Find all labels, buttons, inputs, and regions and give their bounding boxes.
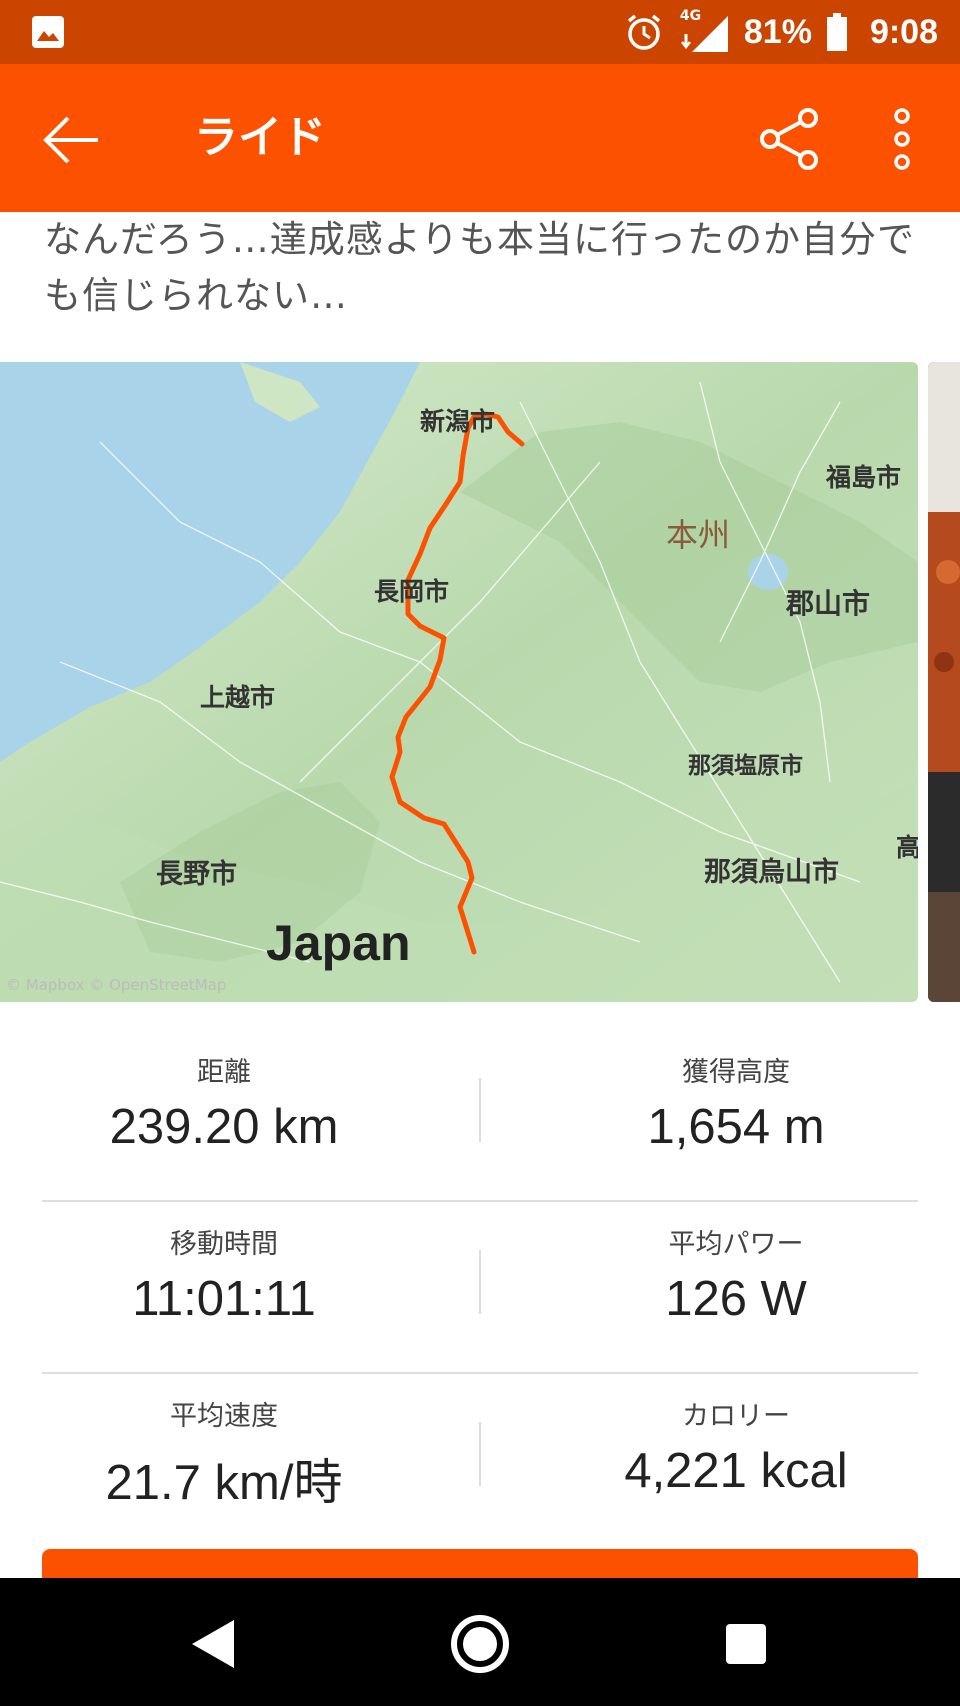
map-label-nagano: 長野市 [156,859,237,890]
map-label-honshu: 本州 [666,516,731,554]
stats-row: 移動時間 11:01:11 平均パワー 126 W [0,1202,960,1374]
map-label-fukushima: 福島市 [826,463,902,492]
photo-thumbnail[interactable] [928,362,960,1002]
alarm-icon [627,14,660,50]
divider [479,1250,481,1314]
map-label-taka: 高 [896,833,918,862]
stats-row: 平均速度 21.7 km/時 カロリー 4,221 kcal [0,1374,960,1546]
more-vert-icon[interactable] [880,104,924,174]
map-label-nasukarasuyama: 那須烏山市 [704,857,839,888]
stat-value: 11:01:11 [132,1272,316,1326]
divider [479,1422,481,1486]
stats-grid: 距離 239.20 km 獲得高度 1,654 m 移動時間 11:01:11 … [0,1030,960,1546]
stat-distance: 距離 239.20 km [4,1030,444,1155]
battery-percent: 81% [743,12,812,51]
map-canvas [0,362,918,1002]
app-bar: ライド [0,64,960,212]
stat-value: 1,654 m [647,1100,825,1154]
system-nav-bar [0,1578,960,1706]
stat-label: 距離 [197,1057,251,1088]
map-label-nagaoka: 長岡市 [374,577,450,606]
stat-label: 平均速度 [170,1401,278,1432]
stat-label: 獲得高度 [682,1057,790,1088]
map-label-nasushiobara: 那須塩原市 [688,753,803,779]
signal-icon: 4G [678,8,730,54]
back-triangle-icon[interactable] [180,1612,244,1676]
stat-label: 平均パワー [668,1229,804,1260]
divider [479,1078,481,1142]
map-label-japan: Japan [266,915,411,971]
home-circle-icon[interactable] [448,1612,512,1676]
back-arrow-icon[interactable] [40,108,104,172]
battery-icon [826,13,847,51]
stat-value: 239.20 km [109,1100,339,1154]
map-attribution[interactable]: © Mapbox © OpenStreetMap [6,976,226,994]
stat-value: 4,221 kcal [624,1444,848,1498]
stat-value: 126 W [665,1272,807,1326]
page-title: ライド [194,112,326,163]
map-label-joetsu: 上越市 [200,683,276,712]
stat-value: 21.7 km/時 [105,1456,343,1510]
map-label-niigata: 新潟市 [420,407,496,436]
clock: 9:08 [869,12,938,51]
route-map[interactable]: 新潟市 福島市 本州 長岡市 郡山市 上越市 那須塩原市 長野市 那須烏山市 高… [0,362,918,1002]
stat-label: カロリー [682,1401,790,1432]
map-label-koriyama: 郡山市 [786,587,871,620]
activity-description: なんだろう…達成感よりも本当に行ったのか自分でも信じられない… [44,218,916,317]
recents-square-icon[interactable] [714,1612,778,1676]
stat-calories: カロリー 4,221 kcal [516,1374,956,1499]
status-bar: 4G 81% 9:08 [0,0,960,64]
stat-avg-power: 平均パワー 126 W [516,1202,956,1327]
stats-row: 距離 239.20 km 獲得高度 1,654 m [0,1030,960,1202]
stat-label: 移動時間 [170,1229,278,1260]
stat-moving-time: 移動時間 11:01:11 [4,1202,444,1327]
share-icon[interactable] [756,106,822,172]
stat-elevation: 獲得高度 1,654 m [516,1030,956,1155]
activity-page: 4G 81% 9:08 ライド なんだろう…達成感よりも本当に行ったのか自分でも… [0,0,960,1706]
gallery-icon [32,16,64,48]
stat-avg-speed: 平均速度 21.7 km/時 [4,1374,444,1514]
